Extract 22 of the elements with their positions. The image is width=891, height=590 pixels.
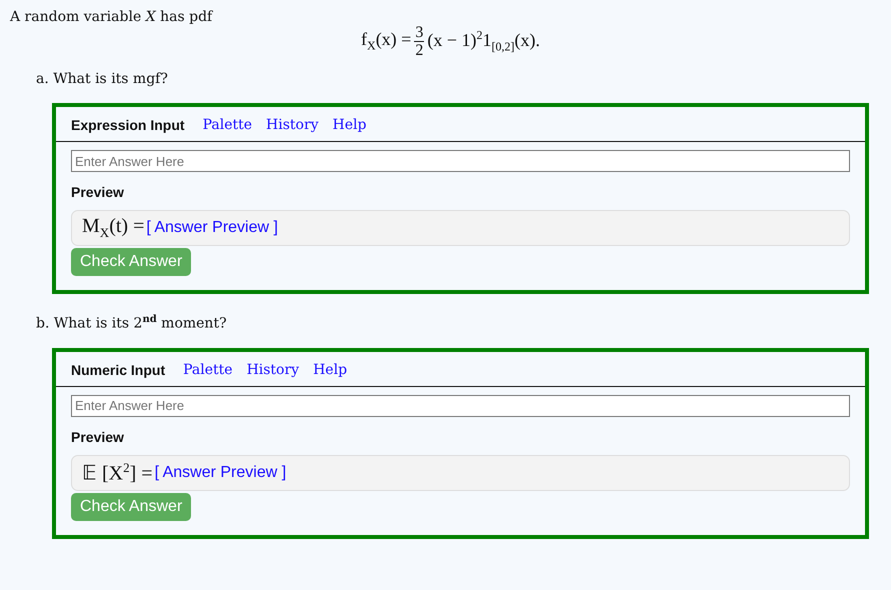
preview-label: Preview — [71, 428, 124, 445]
formula-lhs: f$_{X}$(x) = — [361, 29, 412, 54]
input-type-label: Expression Input — [71, 117, 185, 133]
tool-link[interactable]: Palette — [202, 117, 252, 133]
intro-text: A random variable X has pdf — [10, 8, 214, 27]
answer-field[interactable]: Enter Answer Here — [71, 150, 850, 172]
preview-math: 𝔼 [X$^{2}$] = — [82, 460, 153, 486]
tool-link[interactable]: History — [246, 362, 300, 378]
tool-link[interactable]: Help — [332, 117, 366, 133]
fraction: 3 2 — [414, 24, 424, 59]
answer-preview-text: [ Answer Preview ] — [146, 219, 278, 237]
preview-math: M$_{X}$(t) = — [82, 215, 144, 241]
tool-link[interactable]: Palette — [183, 362, 233, 378]
preview-label: Preview — [71, 184, 124, 200]
answer-field[interactable]: Enter Answer Here — [71, 394, 850, 417]
formula-rhs: (x − 1)$^{2}$1$_{[0,2]}$(x). — [427, 28, 540, 55]
question-text: b. What is its 2$^{nd}$ moment? — [36, 314, 228, 332]
question-text: a. What is its mgf? — [36, 71, 169, 87]
tool-link[interactable]: Help — [313, 362, 348, 378]
input-type-label: Numeric Input — [71, 362, 166, 378]
tool-link[interactable]: History — [266, 117, 319, 133]
answer-preview-text: [ Answer Preview ] — [154, 464, 286, 482]
